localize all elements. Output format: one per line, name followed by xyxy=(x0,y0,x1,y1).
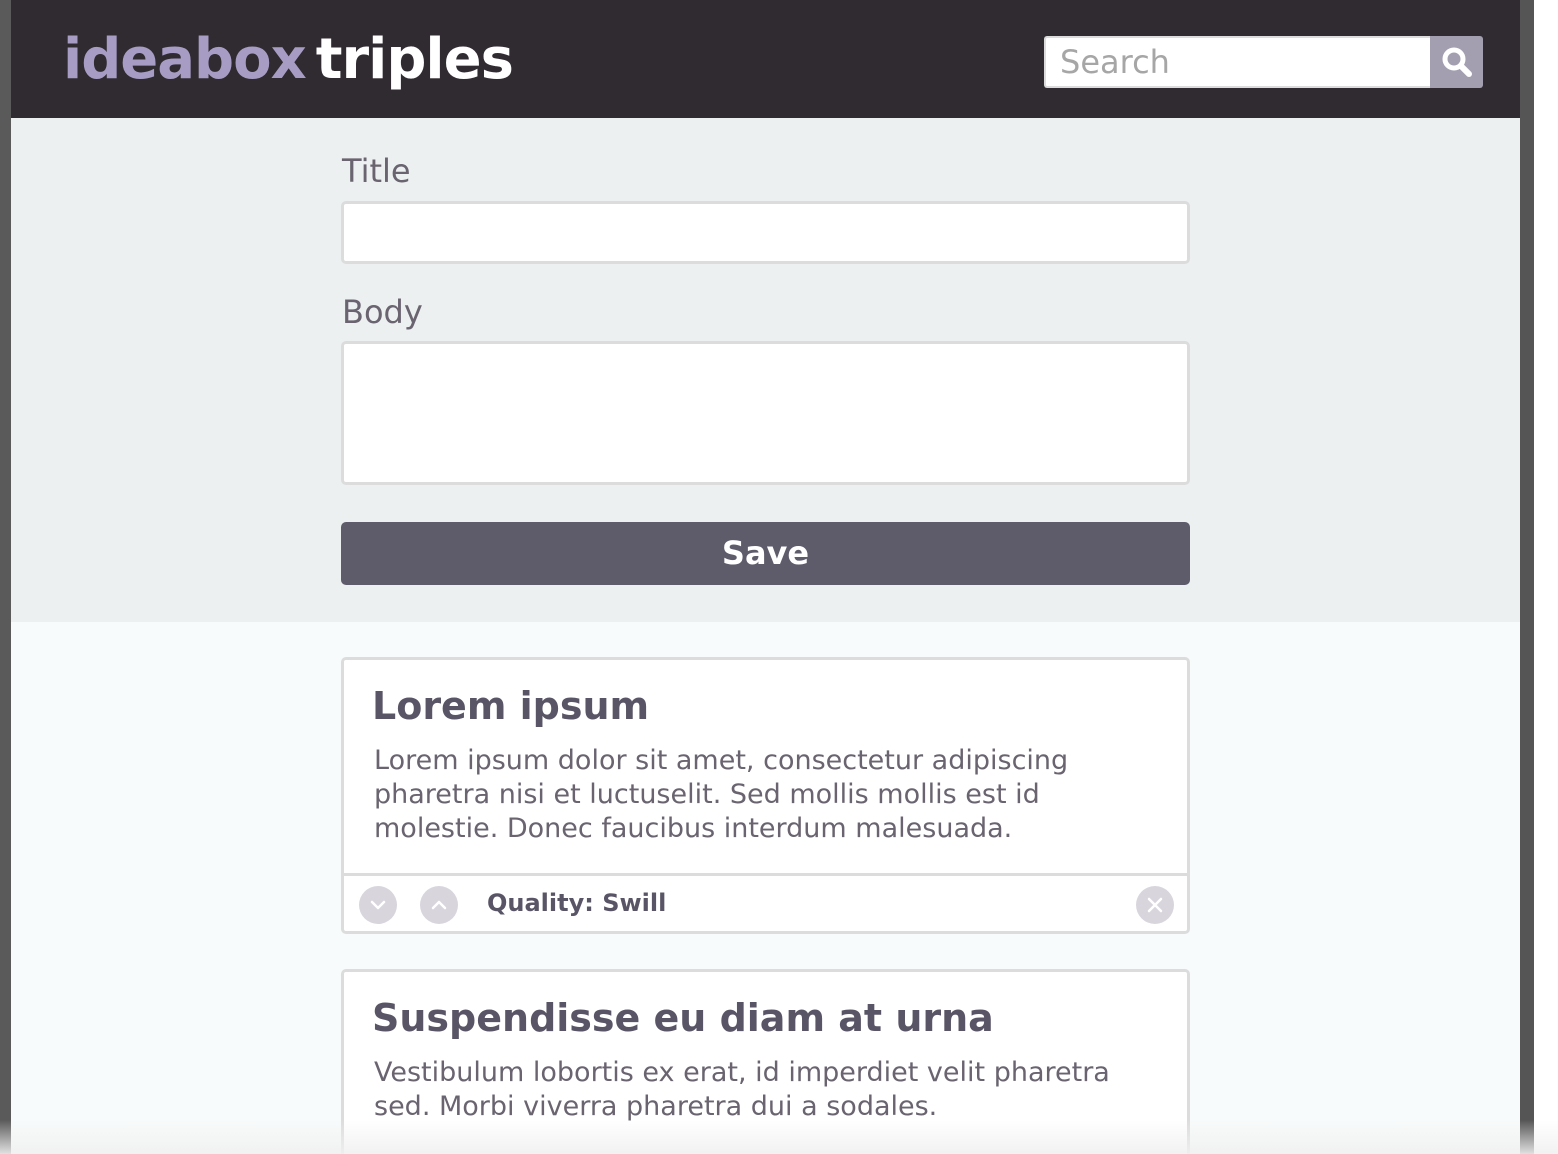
idea-card: Suspendisse eu diam at urna Vestibulum l… xyxy=(341,969,1190,1154)
logo-primary: ideabox xyxy=(63,27,307,92)
idea-body[interactable]: Vestibulum lobortis ex erat, id imperdie… xyxy=(374,1056,1164,1124)
search-bar xyxy=(1044,36,1483,88)
magnifier-icon xyxy=(1442,47,1472,77)
title-label: Title xyxy=(342,152,411,190)
idea-card: Lorem ipsum Lorem ipsum dolor sit amet, … xyxy=(341,657,1190,934)
app-logo: ideabox triples xyxy=(63,24,514,96)
logo-secondary: triples xyxy=(315,27,514,92)
search-input[interactable] xyxy=(1044,36,1430,88)
upvote-button[interactable] xyxy=(420,886,458,924)
close-icon xyxy=(1147,897,1163,913)
save-button[interactable]: Save xyxy=(341,522,1190,585)
title-input[interactable] xyxy=(341,201,1190,264)
idea-title[interactable]: Suspendisse eu diam at urna xyxy=(372,996,994,1040)
body-input[interactable] xyxy=(341,341,1190,485)
quality-label: Quality: Swill xyxy=(487,889,667,917)
idea-body[interactable]: Lorem ipsum dolor sit amet, consectetur … xyxy=(374,744,1164,846)
idea-list: Lorem ipsum Lorem ipsum dolor sit amet, … xyxy=(11,622,1520,1154)
downvote-button[interactable] xyxy=(359,886,397,924)
body-label: Body xyxy=(342,293,423,331)
idea-title[interactable]: Lorem ipsum xyxy=(372,684,649,728)
app-header: ideabox triples xyxy=(11,0,1520,118)
window-frame-left xyxy=(0,0,11,1154)
app-window: ideaboxtriples Title Body Save Lorem ips… xyxy=(0,0,1534,1154)
window-frame-right xyxy=(1520,0,1534,1154)
chevron-up-icon xyxy=(431,900,447,910)
idea-card-footer: Quality: Swill xyxy=(344,873,1187,931)
delete-button[interactable] xyxy=(1136,886,1174,924)
idea-form: Title Body Save xyxy=(11,118,1520,622)
search-button[interactable] xyxy=(1430,36,1483,88)
chevron-down-icon xyxy=(370,900,386,910)
